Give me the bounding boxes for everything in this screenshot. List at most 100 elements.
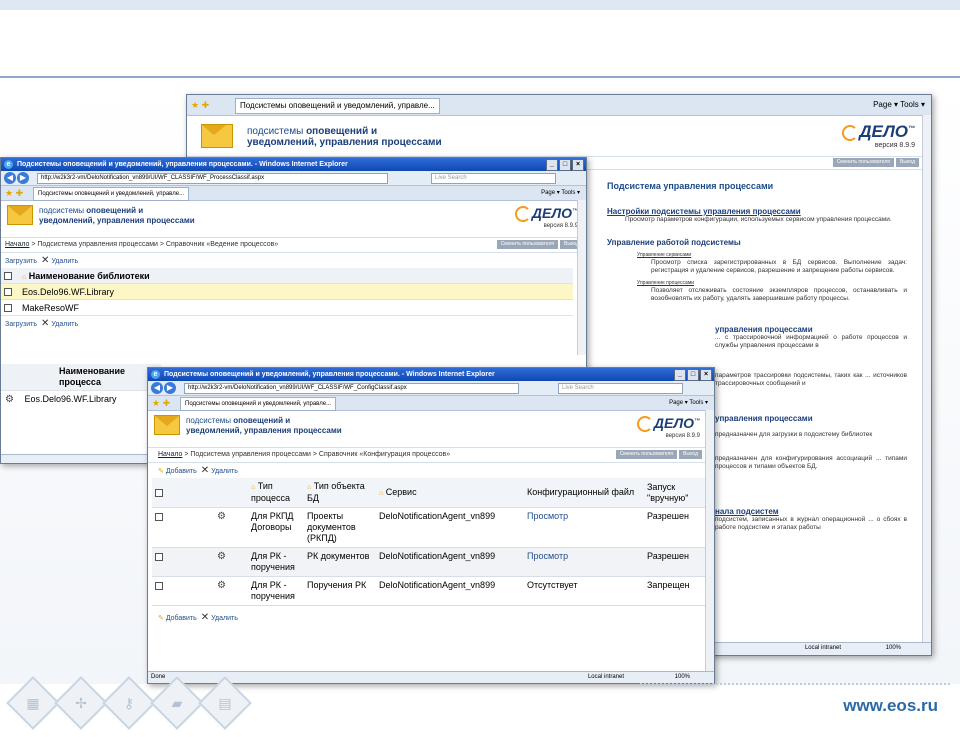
mid-app-header: подсистемы оповещений и уведомлений, упра…: [1, 201, 586, 238]
add-button[interactable]: Добавить: [166, 615, 197, 622]
back-sub-link[interactable]: Управление сервисами: [637, 251, 907, 259]
add-icon[interactable]: ✎: [158, 615, 164, 622]
mid-tools-menu[interactable]: Page ▾ Tools ▾: [541, 188, 580, 198]
back-scrollbar[interactable]: [922, 115, 931, 643]
back-change-user-button[interactable]: Сменить пользователя: [832, 158, 895, 167]
footer-url[interactable]: www.eos.ru: [843, 696, 938, 716]
breadcrumb-home-link[interactable]: Начало: [158, 451, 182, 458]
gears-icon: ⚙: [217, 551, 226, 562]
favorites-star-icon[interactable]: ★ ✚: [191, 100, 209, 110]
front-change-user-button[interactable]: Сменить пользователя: [615, 450, 678, 459]
breadcrumb-home-link[interactable]: Начало: [5, 241, 29, 248]
delete-x-icon[interactable]: ✕: [201, 465, 209, 476]
row-checkbox[interactable]: [155, 581, 163, 590]
front-browser-tab[interactable]: Подсистемы оповещений и уведомлений, упр…: [180, 397, 337, 411]
close-button[interactable]: ×: [572, 159, 584, 171]
config-file-link[interactable]: Просмотр: [524, 547, 644, 577]
delete-x-icon[interactable]: ✕: [41, 318, 49, 329]
back-item-text: параметров трассировки подсистемы, таких…: [715, 372, 907, 387]
table-row[interactable]: ⚙ Для РК - поручения РК документов DeloN…: [152, 547, 706, 577]
delete-x-icon[interactable]: ✕: [201, 612, 209, 623]
add-button[interactable]: Добавить: [166, 468, 197, 475]
back-version: версия 8.9.9: [874, 142, 915, 149]
mid-url-input[interactable]: http://w2k3r2-vm/DeloNotification_vn899/…: [37, 173, 388, 184]
back-zoom-level[interactable]: 100%: [886, 643, 901, 654]
mid-search-input[interactable]: Live Search: [431, 173, 556, 184]
table-row[interactable]: ⚙ Eos.Delo96.WF.Library: [1, 391, 161, 408]
delete-x-icon[interactable]: ✕: [41, 255, 49, 266]
delete-button[interactable]: Удалить: [51, 258, 78, 265]
table-row[interactable]: ⚙ Для РК - поручения Поручения РК DeloNo…: [152, 576, 706, 606]
forward-arrow-icon[interactable]: ▶: [17, 172, 29, 184]
front-scrollbar[interactable]: [705, 410, 714, 671]
back-item-title[interactable]: Настройки подсистемы управления процесса…: [607, 207, 907, 216]
row-checkbox[interactable]: [4, 304, 12, 313]
footer-dotted-line: [640, 683, 950, 685]
front-exit-button[interactable]: Выход: [679, 450, 702, 459]
delete-button[interactable]: Удалить: [211, 615, 238, 622]
select-all-checkbox[interactable]: [155, 488, 163, 497]
process-table: Наименование процесса ⚙ Eos.Delo96.WF.Li…: [1, 364, 161, 408]
column-header-manual-start[interactable]: Запуск "вручную": [647, 482, 688, 503]
back-exit-button[interactable]: Выход: [896, 158, 919, 167]
column-header-service[interactable]: Сервис: [386, 487, 417, 497]
column-header-process[interactable]: Наименование процесса: [1, 364, 161, 391]
forward-arrow-icon[interactable]: ▶: [164, 382, 176, 394]
column-header-object-type[interactable]: Тип объекта БД: [307, 481, 365, 503]
delete-button[interactable]: Удалить: [211, 468, 238, 475]
cell-manual-start: Разрешен: [644, 547, 706, 577]
cell-process-type: Для РК - поручения: [248, 547, 304, 577]
mid-change-user-button[interactable]: Сменить пользователя: [496, 240, 559, 249]
sort-icon[interactable]: ⌂: [379, 490, 383, 497]
sort-icon[interactable]: ⌂: [251, 484, 255, 491]
row-checkbox[interactable]: [155, 512, 163, 521]
sort-icon[interactable]: ⌂: [22, 274, 26, 281]
front-status-zone: Local intranet: [587, 674, 624, 680]
back-sub-link[interactable]: Управление процессами: [637, 279, 907, 287]
favorites-star-icon[interactable]: ★ ✚: [5, 188, 23, 198]
back-tools-menu[interactable]: Page ▾ Tools ▾: [873, 100, 925, 110]
column-header-process-type[interactable]: Тип процесса: [251, 481, 290, 503]
config-file-link[interactable]: Просмотр: [524, 507, 644, 548]
table-row[interactable]: ⚙ Для РКПД Договоры Проекты документов (…: [152, 507, 706, 548]
front-zoom-level[interactable]: 100%: [675, 672, 690, 683]
mid-toolbar-top: Загрузить ✕ Удалить: [1, 253, 586, 268]
select-all-checkbox[interactable]: [4, 272, 12, 281]
upload-button[interactable]: Загрузить: [5, 321, 37, 328]
logo-swoosh-icon: [514, 206, 531, 223]
minimize-button[interactable]: _: [546, 159, 558, 171]
column-header-library[interactable]: Наименование библиотеки: [29, 271, 150, 281]
cell-manual-start: Запрещен: [644, 576, 706, 606]
back-item-title[interactable]: нала подсистем: [715, 507, 907, 516]
table-row[interactable]: Eos.Delo96.WF.Library: [1, 283, 573, 300]
back-arrow-icon[interactable]: ◀: [151, 382, 163, 394]
back-browser-tab[interactable]: Подсистемы оповещений и уведомлений, упр…: [235, 98, 440, 114]
network-icon: ✢: [54, 676, 108, 730]
front-browser-window: e Подсистемы оповещений и уведомлений, у…: [147, 367, 715, 684]
back-arrow-icon[interactable]: ◀: [4, 172, 16, 184]
maximize-button[interactable]: □: [559, 159, 571, 171]
maximize-button[interactable]: □: [687, 369, 699, 381]
front-tools-menu[interactable]: Page ▾ Tools ▾: [669, 398, 708, 408]
row-checkbox[interactable]: [4, 288, 12, 297]
mid-window-title: Подсистемы оповещений и уведомлений, упр…: [17, 161, 348, 168]
cell-service: DeloNotificationAgent_vn899: [376, 576, 524, 606]
upload-button[interactable]: Загрузить: [5, 258, 37, 265]
column-header-config-file[interactable]: Конфигурационный файл: [527, 487, 634, 497]
close-button[interactable]: ×: [700, 369, 712, 381]
front-window-title: Подсистемы оповещений и уведомлений, упр…: [164, 371, 495, 378]
front-toolbar-bottom: ✎ Добавить ✕ Удалить: [148, 610, 714, 625]
front-status-bar: Done Local intranet 100%: [148, 671, 714, 683]
row-checkbox[interactable]: [155, 552, 163, 561]
front-search-input[interactable]: Live Search: [558, 383, 683, 394]
favorites-star-icon[interactable]: ★ ✚: [152, 398, 170, 408]
front-url-input[interactable]: http://w2k3r2-vm/DeloNotification_vn899/…: [184, 383, 519, 394]
mid-browser-tab[interactable]: Подсистемы оповещений и уведомлений, упр…: [33, 187, 190, 201]
add-icon[interactable]: ✎: [158, 468, 164, 475]
mid-scrollbar[interactable]: [577, 200, 586, 355]
delo-logo: ДЕЛО™: [636, 415, 700, 433]
minimize-button[interactable]: _: [674, 369, 686, 381]
delete-button[interactable]: Удалить: [51, 321, 78, 328]
sort-icon[interactable]: ⌂: [307, 484, 311, 491]
table-row[interactable]: MakeResoWF: [1, 299, 573, 316]
